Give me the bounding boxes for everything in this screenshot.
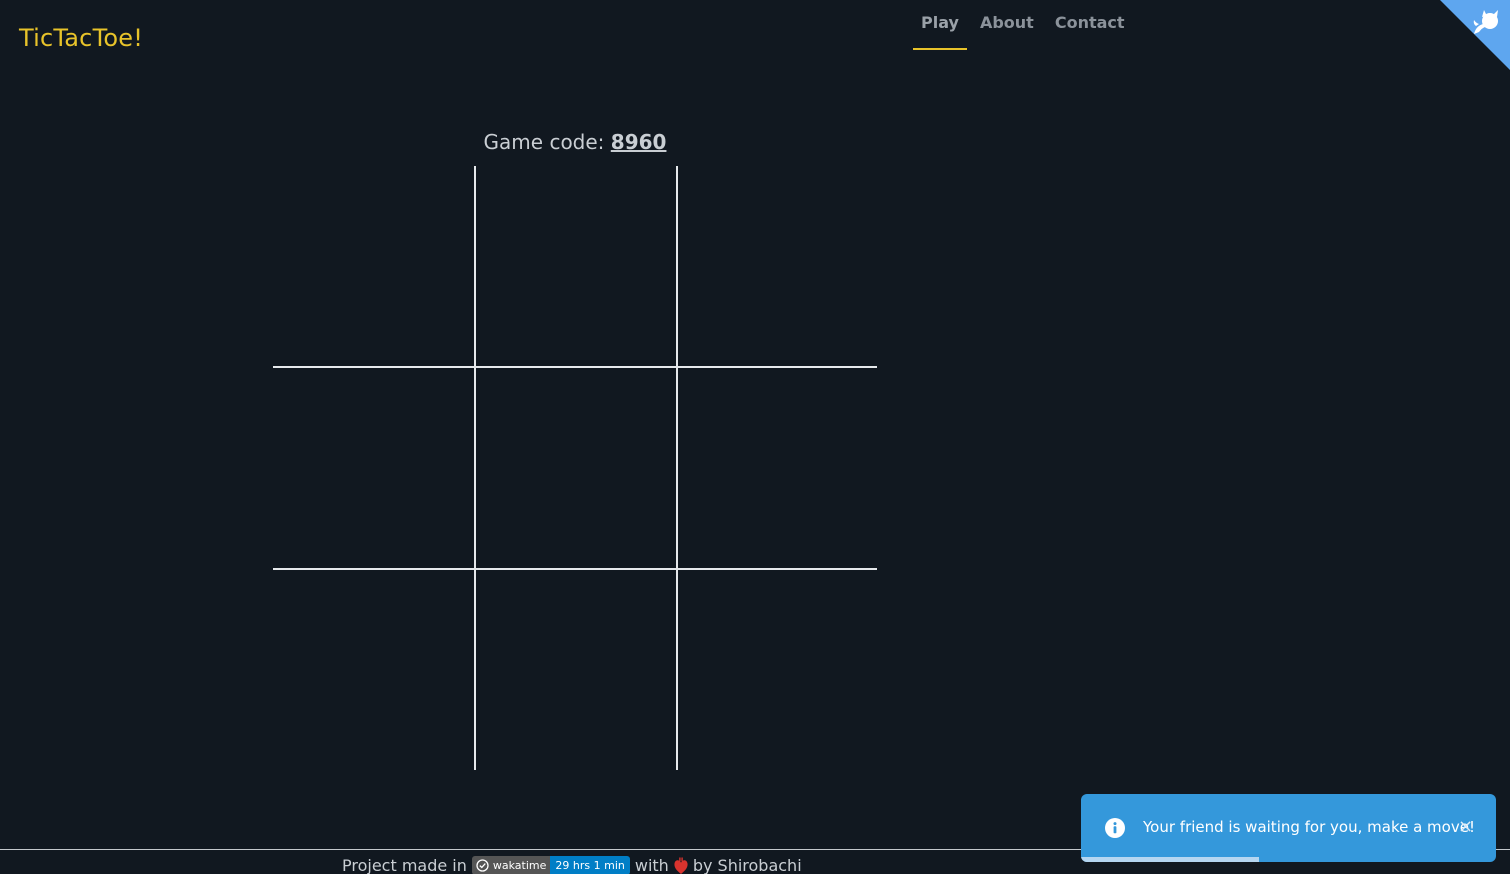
board-cell-9[interactable]: [678, 570, 877, 770]
heart-icon: [674, 857, 688, 874]
board-cell-3[interactable]: [678, 166, 877, 366]
board-cell-8[interactable]: [476, 570, 676, 770]
toast-message: Your friend is waiting for you, make a m…: [1143, 818, 1475, 836]
board-cell-4[interactable]: [273, 368, 474, 568]
footer-author: by Shirobachi: [692, 856, 802, 874]
board-cell-1[interactable]: [273, 166, 474, 366]
app-title[interactable]: TicTacToe!: [19, 24, 143, 52]
main-nav: Play About Contact: [913, 0, 1138, 50]
toast-notification[interactable]: Your friend is waiting for you, make a m…: [1081, 794, 1496, 862]
toast-close-button[interactable]: ×: [1458, 816, 1473, 837]
board-cell-2[interactable]: [476, 166, 676, 366]
wakatime-badge-text: wakatime: [492, 859, 547, 872]
footer-prefix: Project made in: [342, 856, 467, 874]
game-board: [273, 166, 877, 770]
game-code-heading: Game code: 8960: [274, 130, 876, 154]
board-cell-5[interactable]: [476, 368, 676, 568]
board-cell-6[interactable]: [678, 368, 877, 568]
footer-credit: Project made in wakatime 29 hrs 1 min wi…: [342, 856, 802, 874]
board-cell-7[interactable]: [273, 570, 474, 770]
wakatime-badge-value: 29 hrs 1 min: [550, 856, 630, 874]
footer-with: with: [634, 856, 669, 874]
nav-contact[interactable]: Contact: [1047, 0, 1133, 50]
game-code-label: Game code:: [483, 130, 605, 154]
game-code-value[interactable]: 8960: [611, 130, 667, 154]
octocat-icon: [1473, 10, 1498, 34]
wakatime-badge[interactable]: wakatime 29 hrs 1 min: [471, 856, 630, 874]
github-corner-link[interactable]: [1440, 0, 1510, 70]
page: TicTacToe! Play About Contact Game code:…: [0, 0, 1510, 874]
wakatime-badge-label: wakatime: [471, 856, 551, 874]
nav-play[interactable]: Play: [913, 0, 967, 50]
info-icon: [1105, 818, 1125, 842]
nav-about[interactable]: About: [972, 0, 1042, 50]
wakatime-icon: [476, 859, 489, 872]
toast-progress-bar: [1081, 857, 1260, 862]
